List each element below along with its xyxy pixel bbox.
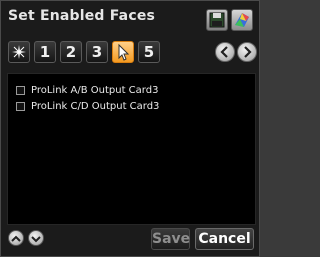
save-button[interactable]: Save (151, 228, 190, 250)
chevron-right-icon[interactable] (237, 42, 257, 62)
sparkle-icon (12, 45, 26, 59)
checkbox[interactable] (16, 86, 25, 95)
checkbox[interactable] (16, 102, 25, 111)
palette-icon[interactable] (231, 9, 253, 31)
face-button-2[interactable]: 2 (60, 41, 82, 63)
item-label: ProLink A/B Output Card3 (31, 85, 159, 96)
chevron-up-icon[interactable] (8, 230, 24, 246)
cancel-button[interactable]: Cancel (195, 228, 254, 250)
face-button-3[interactable]: 3 (86, 41, 108, 63)
cursor-icon (118, 43, 130, 61)
chevron-down-icon[interactable] (28, 230, 44, 246)
face-button-4[interactable] (112, 41, 134, 63)
face-all-button[interactable] (8, 41, 30, 63)
output-card-list: ProLink A/B Output Card3 ProLink C/D Out… (7, 73, 256, 225)
face-button-1[interactable]: 1 (34, 41, 56, 63)
face-button-5[interactable]: 5 (138, 41, 160, 63)
dialog-title: Set Enabled Faces (8, 8, 156, 24)
set-enabled-faces-dialog: Set Enabled Faces 1 2 3 5 ProLink A/B Ou… (0, 0, 260, 257)
chevron-left-icon[interactable] (215, 42, 235, 62)
item-label: ProLink C/D Output Card3 (31, 101, 160, 112)
floppy-icon[interactable] (206, 9, 228, 31)
